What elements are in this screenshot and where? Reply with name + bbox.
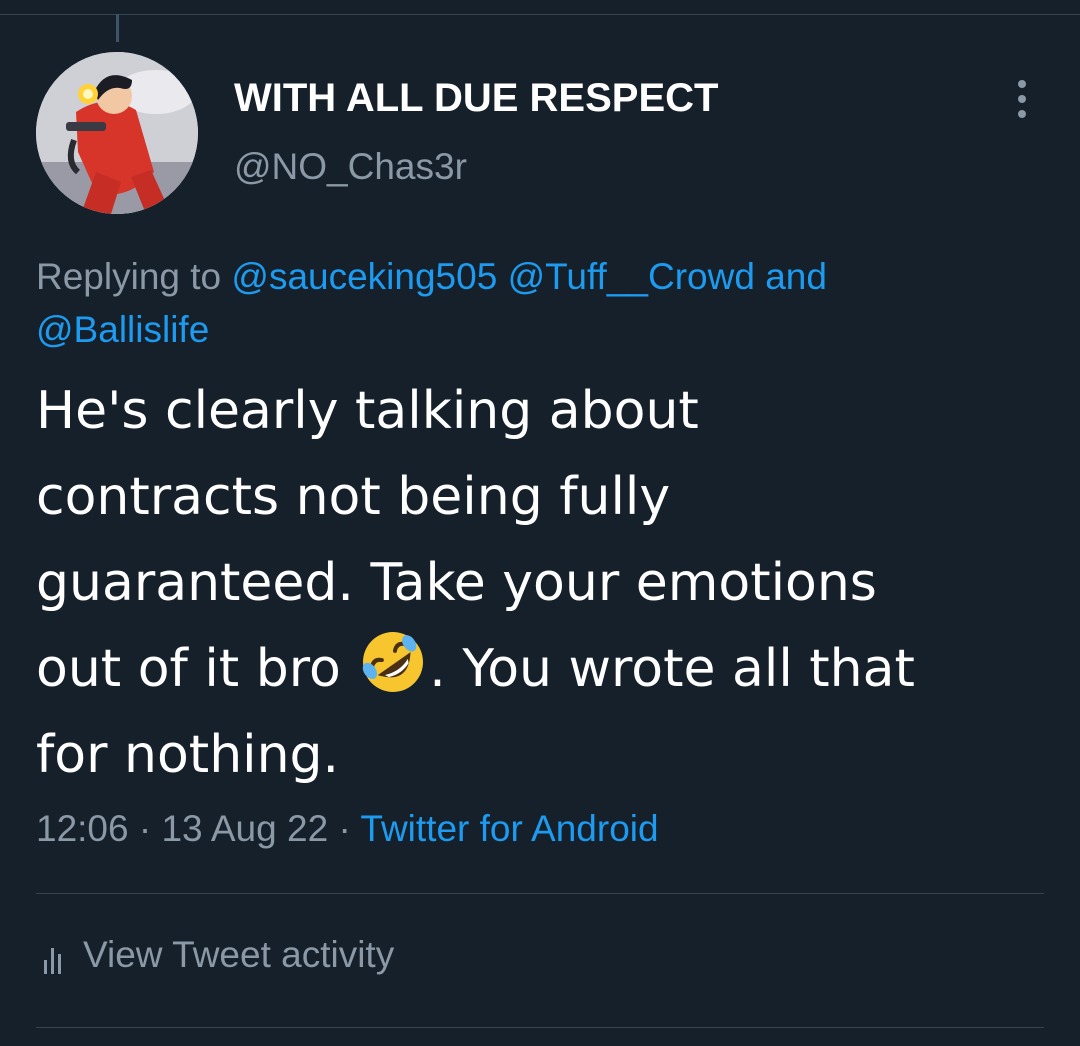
top-border: [0, 14, 1080, 15]
tweet-text-line: contracts not being fully: [36, 467, 671, 527]
reply-mention[interactable]: @Tuff__Crowd: [508, 256, 755, 297]
author-display-name[interactable]: WITH ALL DUE RESPECT: [234, 76, 718, 121]
more-options-button[interactable]: [1002, 76, 1042, 122]
tweet-date[interactable]: 13 Aug 22: [161, 808, 328, 849]
replying-to-label: Replying to: [36, 256, 222, 297]
more-vertical-icon-dot-3: [1018, 110, 1026, 118]
meta-separator: ·: [138, 808, 152, 849]
tweet-text-line: guaranteed. Take your emotions: [36, 553, 877, 613]
rolling-on-floor-laughing-emoji-icon: [363, 632, 424, 692]
replying-to: Replying to @sauceking505 @Tuff__Crowd a…: [36, 250, 1036, 356]
avatar[interactable]: [36, 52, 198, 214]
more-vertical-icon-dot-2: [1018, 95, 1026, 103]
tweet-source-link[interactable]: Twitter for Android: [360, 808, 658, 849]
reply-mention[interactable]: @sauceking505: [231, 256, 497, 297]
tweet-time[interactable]: 12:06: [36, 808, 129, 849]
tweet-metadata: 12:06 · 13 Aug 22 · Twitter for Android: [36, 808, 659, 850]
reply-conjunction[interactable]: and: [765, 256, 827, 297]
tweet-text-line: He's clearly talking about: [36, 381, 699, 441]
meta-separator: ·: [338, 808, 351, 849]
reply-mention[interactable]: @Ballislife: [36, 309, 209, 350]
tweet-text: He's clearly talking about contracts not…: [36, 368, 1046, 798]
tweet-text-line-with-emoji: out of it bro . You wrote all that: [36, 626, 1046, 712]
tweet-text-segment: . You wrote all that: [429, 639, 915, 699]
thread-connector-line: [116, 14, 119, 42]
bar-chart-icon: [44, 944, 61, 974]
more-vertical-icon: [1018, 80, 1026, 88]
author-handle[interactable]: @NO_Chas3r: [234, 146, 467, 188]
view-tweet-activity-label: View Tweet activity: [83, 934, 395, 975]
tweet-text-line: for nothing.: [36, 725, 340, 785]
divider: [36, 893, 1044, 894]
view-tweet-activity-button[interactable]: View Tweet activity: [44, 934, 394, 976]
anime-character-avatar-icon: [36, 52, 198, 214]
tweet-text-segment: out of it bro: [36, 639, 341, 699]
divider: [36, 1027, 1044, 1028]
